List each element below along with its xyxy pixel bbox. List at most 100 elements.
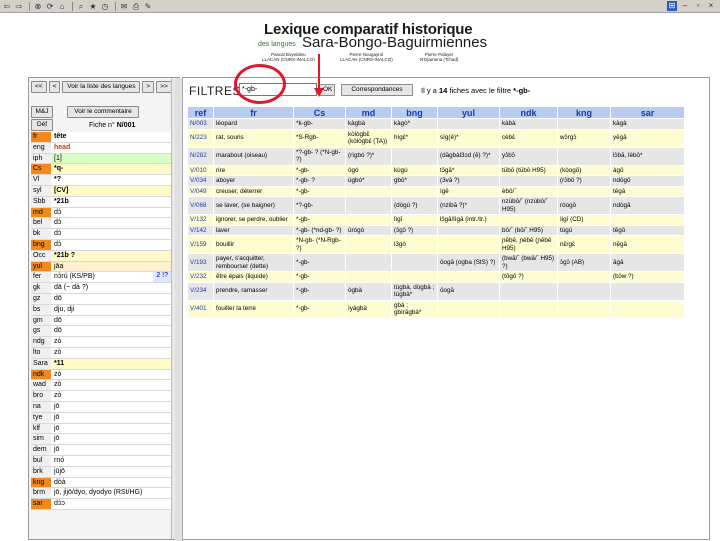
last-entry-button[interactable]: >>: [156, 81, 172, 93]
language-code[interactable]: brk: [31, 466, 51, 477]
language-code[interactable]: gz: [31, 293, 51, 304]
language-code[interactable]: eng: [31, 142, 51, 153]
form-note[interactable]: 2 !?: [153, 272, 171, 283]
form-row: Vl *?: [31, 175, 171, 186]
language-code[interactable]: md: [31, 207, 51, 218]
language-code[interactable]: syl: [31, 185, 51, 196]
language-code[interactable]: na: [31, 401, 51, 412]
form-row: Occ *21b ?: [31, 250, 171, 262]
back-icon[interactable]: ⇦: [2, 2, 12, 11]
language-code[interactable]: klf: [31, 423, 51, 434]
form-row: Cs *q-: [31, 164, 171, 176]
table-row: V/159 bouillir *N-gb- (*N-Rgb- ?) l3gò ɲēbē,…: [187, 235, 685, 254]
entry-ref-link[interactable]: V/401: [187, 299, 214, 319]
language-code[interactable]: Cs: [31, 164, 51, 175]
language-code[interactable]: bk: [31, 229, 51, 239]
column-header[interactable]: kng: [557, 106, 611, 119]
table-cell: àgō: [610, 164, 685, 176]
entry-ref-link[interactable]: V/132: [187, 214, 214, 226]
minimize-icon[interactable]: –: [680, 1, 690, 11]
language-code[interactable]: Sbb: [31, 196, 51, 207]
entry-ref-link[interactable]: V/142: [187, 224, 214, 236]
search-icon[interactable]: ⌕: [76, 2, 86, 11]
prev-entry-button[interactable]: <: [48, 81, 61, 93]
language-code[interactable]: gm: [31, 315, 51, 326]
column-header[interactable]: bng: [391, 106, 438, 119]
column-header[interactable]: md: [345, 106, 392, 119]
table-cell: kàbà: [499, 118, 558, 130]
next-entry-button[interactable]: >: [142, 81, 155, 93]
column-header[interactable]: Cs: [293, 106, 346, 119]
edit-icon[interactable]: ✎: [143, 2, 153, 11]
column-header[interactable]: ndk: [499, 106, 558, 119]
language-code[interactable]: iph: [31, 153, 51, 164]
language-code[interactable]: wad: [31, 380, 51, 391]
highlight-circle: [234, 64, 286, 104]
language-code[interactable]: tye: [31, 412, 51, 423]
language-code[interactable]: yul: [31, 261, 51, 272]
language-code[interactable]: bs: [31, 304, 51, 315]
language-code[interactable]: Sara: [31, 358, 51, 369]
entry-ref-link[interactable]: V/049: [187, 185, 214, 197]
language-code[interactable]: Vl: [31, 175, 51, 185]
language-code[interactable]: Occ: [31, 250, 51, 261]
print-icon[interactable]: ⎙: [131, 2, 141, 11]
language-code[interactable]: bel: [31, 218, 51, 229]
entry-ref-link[interactable]: V/234: [187, 281, 214, 301]
table-cell: āgā: [610, 253, 685, 272]
definition-button[interactable]: Déf: [31, 119, 53, 131]
language-code[interactable]: brm: [31, 488, 51, 499]
language-code[interactable]: ndg: [31, 337, 51, 347]
language-code[interactable]: sar: [31, 499, 51, 509]
language-code[interactable]: dem: [31, 445, 51, 455]
column-header[interactable]: ref: [187, 106, 214, 119]
correspondences-button[interactable]: Correspondances: [341, 84, 413, 96]
column-header[interactable]: yul: [437, 106, 500, 119]
language-code[interactable]: gk: [31, 283, 51, 293]
stop-icon[interactable]: ⊗: [33, 2, 43, 11]
table-cell: nɛ̄rgɛ̄: [557, 235, 611, 254]
table-cell: [345, 185, 392, 197]
mail-icon[interactable]: ✉: [119, 2, 129, 11]
home-icon[interactable]: ⌂: [57, 2, 67, 11]
language-code[interactable]: ndk: [31, 369, 51, 380]
language-code[interactable]: kng: [31, 477, 51, 488]
results-scrollbar[interactable]: [175, 78, 183, 541]
entry-ref-link[interactable]: V/068: [187, 196, 214, 215]
entry-ref-link[interactable]: V/232: [187, 271, 214, 283]
entry-ref-link[interactable]: N/282: [187, 146, 214, 166]
first-entry-button[interactable]: <<: [31, 81, 47, 93]
table-cell: [391, 253, 438, 272]
favorites-icon[interactable]: ★: [88, 2, 98, 11]
close-icon[interactable]: ×: [706, 1, 716, 11]
table-cell: *-gb-: [293, 299, 346, 319]
language-code[interactable]: bul: [31, 455, 51, 466]
history-icon[interactable]: ◷: [100, 2, 110, 11]
language-code[interactable]: gs: [31, 326, 51, 337]
table-cell: [345, 235, 392, 254]
column-header[interactable]: fr: [213, 106, 294, 119]
entry-ref-link[interactable]: V/010: [187, 164, 214, 176]
result-count-suffix: fiches avec le filtre: [449, 86, 512, 95]
table-cell: [499, 281, 558, 301]
language-code[interactable]: lto: [31, 347, 51, 358]
language-form: [CV]: [51, 185, 171, 196]
entry-ref-link[interactable]: V/193: [187, 253, 214, 272]
table-cell: ignorer, se perdre, oublier: [213, 214, 294, 226]
refresh-icon[interactable]: ⟳: [45, 2, 55, 11]
update-button[interactable]: M&J: [31, 106, 53, 118]
entry-ref-link[interactable]: N/223: [187, 128, 214, 148]
maximize-icon[interactable]: ▫: [693, 1, 703, 11]
language-code[interactable]: fer: [31, 272, 51, 283]
language-list-button[interactable]: Voir la liste des langues: [62, 81, 141, 93]
entry-ref-link[interactable]: N/003: [187, 118, 214, 130]
view-comment-button[interactable]: Voir le commentaire: [67, 106, 139, 118]
forward-icon[interactable]: ⇨: [14, 2, 24, 11]
language-code[interactable]: fr: [31, 132, 51, 142]
entry-ref-link[interactable]: V/159: [187, 235, 214, 254]
language-code[interactable]: bng: [31, 239, 51, 250]
column-header[interactable]: sar: [610, 106, 685, 119]
language-code[interactable]: sim: [31, 434, 51, 445]
language-code[interactable]: bro: [31, 391, 51, 401]
entry-ref-link[interactable]: V/034: [187, 175, 214, 187]
